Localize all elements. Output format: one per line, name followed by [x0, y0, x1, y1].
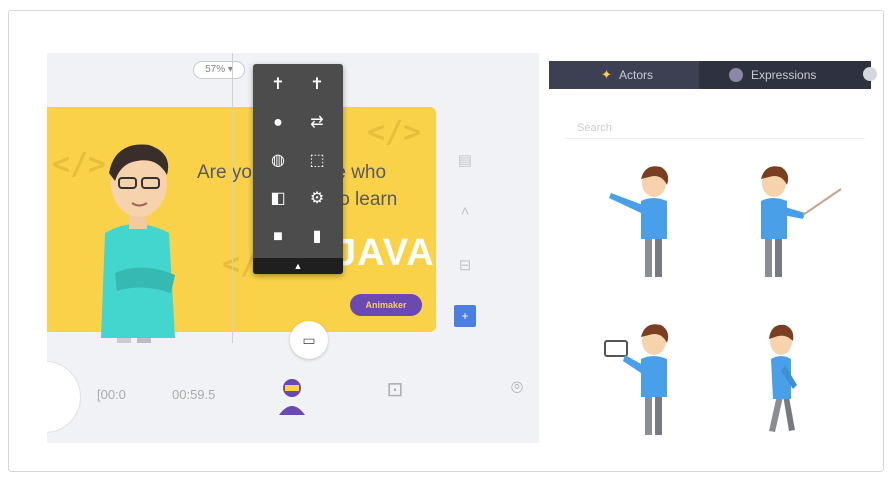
zoom-value: 57%	[205, 64, 226, 75]
camera-track-icon[interactable]: ⌾	[502, 377, 532, 400]
current-time: [00:0	[97, 387, 126, 402]
total-time: 00:59.5	[172, 387, 216, 402]
tab-expressions[interactable]: Expressions	[709, 61, 859, 89]
add-action-icon[interactable]: ✝	[300, 70, 334, 100]
library-panel: ✦ Actors Expressions Search	[539, 53, 879, 471]
collapse-toolbar-button[interactable]: ▲	[253, 258, 343, 274]
character-track-icon[interactable]	[275, 377, 305, 423]
character-card-laptop[interactable]	[589, 311, 719, 441]
code-glyph: </>	[367, 115, 422, 150]
scene-track-icon[interactable]: ⊡	[380, 377, 410, 402]
action-icon[interactable]: ✝	[261, 70, 295, 100]
chevron-up-icon[interactable]: ˄	[447, 203, 483, 220]
lock-icon[interactable]: ■	[261, 222, 295, 252]
character-card-pointing[interactable]	[589, 153, 719, 283]
app-window: 57% ▾ </> </> </> Are you someone who wa…	[8, 10, 884, 472]
tab-actors[interactable]: ✦ Actors	[549, 61, 699, 89]
expressions-icon	[729, 68, 743, 82]
library-search-input[interactable]: Search	[565, 117, 865, 139]
play-button[interactable]	[47, 361, 81, 433]
library-tabs: ✦ Actors Expressions	[549, 61, 877, 89]
palette-icon[interactable]: ◍	[261, 146, 295, 176]
tab-actors-label: Actors	[619, 68, 654, 82]
layers-icon[interactable]: ▤	[447, 151, 483, 169]
slide-headline[interactable]: JAVA?	[335, 232, 436, 275]
add-scene-button[interactable]: +	[454, 305, 476, 327]
mic-icon[interactable]: ●	[261, 108, 295, 138]
gear-icon[interactable]: ⚙	[300, 184, 334, 214]
trash-icon[interactable]: ⊟	[447, 256, 483, 274]
delete-icon[interactable]: ▮	[300, 222, 334, 252]
flip-icon[interactable]: ◧	[261, 184, 295, 214]
actor-icon: ✦	[601, 67, 612, 82]
swap-icon[interactable]: ⇄	[300, 108, 334, 138]
enter-icon[interactable]: ⬚	[300, 146, 334, 176]
zoom-select[interactable]: 57% ▾	[193, 61, 245, 79]
tab-expressions-label: Expressions	[751, 68, 817, 82]
more-tabs-icon[interactable]	[863, 67, 877, 81]
character-card-walking[interactable]	[719, 311, 849, 441]
animaker-logo: Animaker	[350, 294, 422, 316]
item-action-toolbar: ✝ ✝ ● ⇄ ◍ ⬚ ◧ ⚙ ■ ▮ ▲	[253, 64, 343, 274]
comment-icon[interactable]: ▭	[290, 321, 328, 359]
character-card-pointer-stick[interactable]	[719, 153, 849, 283]
timeline-bar: [00:0 00:59.5 ⊡ ⌾	[47, 343, 539, 443]
